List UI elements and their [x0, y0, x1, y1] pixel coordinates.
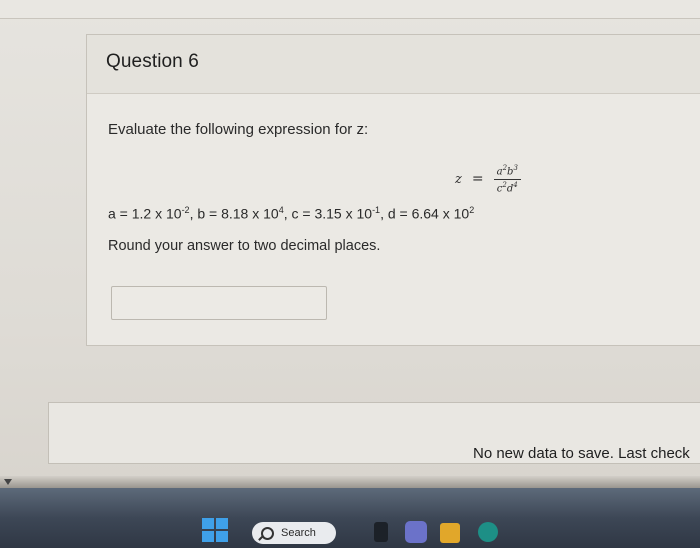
page-top-strip — [0, 0, 700, 19]
value-a: a = 1.2 x 10 — [108, 205, 182, 222]
save-status-bar: No new data to save. Last check — [48, 402, 700, 464]
page-bottom-edge — [0, 476, 700, 488]
value-a-exponent: -2 — [181, 205, 190, 215]
question-header: Question 6 — [87, 35, 700, 94]
screen: Question 6 Evaluate the following expres… — [0, 0, 700, 548]
taskbar-search-button[interactable]: Search — [252, 522, 336, 544]
file-explorer-icon[interactable] — [440, 523, 460, 543]
taskbar-search-label: Search — [281, 527, 316, 539]
formula-fraction: a2b3 c2d4 — [493, 164, 521, 194]
value-b: , b = 8.18 x 10 — [189, 205, 279, 222]
value-d: , d = 6.64 x 10 — [380, 205, 470, 222]
edge-icon[interactable] — [478, 522, 498, 542]
answer-input[interactable] — [111, 286, 327, 320]
windows-start-icon[interactable] — [202, 518, 228, 542]
teams-icon[interactable] — [405, 521, 427, 543]
value-d-exponent: 2 — [469, 205, 475, 215]
value-c: , c = 3.15 x 10 — [283, 205, 373, 222]
formula-denominator: c2d4 — [497, 180, 518, 194]
formula: z = a2b3 c2d4 — [455, 159, 521, 199]
formula-numerator: a2b3 — [493, 164, 521, 180]
formula-lhs: z — [455, 171, 462, 187]
save-status-text: No new data to save. Last check — [473, 445, 690, 462]
rounding-instruction: Round your answer to two decimal places. — [108, 238, 381, 254]
variable-values: a = 1.2 x 10-2, b = 8.18 x 104, c = 3.15… — [108, 205, 474, 222]
scroll-down-arrow-icon[interactable] — [4, 479, 12, 485]
task-view-icon[interactable] — [374, 522, 388, 542]
taskbar: Search — [0, 488, 700, 548]
search-icon — [261, 526, 274, 540]
formula-equals: = — [471, 171, 484, 187]
denominator-d-exponent: 4 — [513, 180, 518, 189]
question-prompt: Evaluate the following expression for z: — [108, 121, 369, 138]
question-card: Question 6 Evaluate the following expres… — [86, 34, 700, 346]
question-title: Question 6 — [106, 51, 199, 72]
numerator-b-exponent: 3 — [513, 164, 518, 173]
value-c-exponent: -1 — [372, 205, 381, 215]
